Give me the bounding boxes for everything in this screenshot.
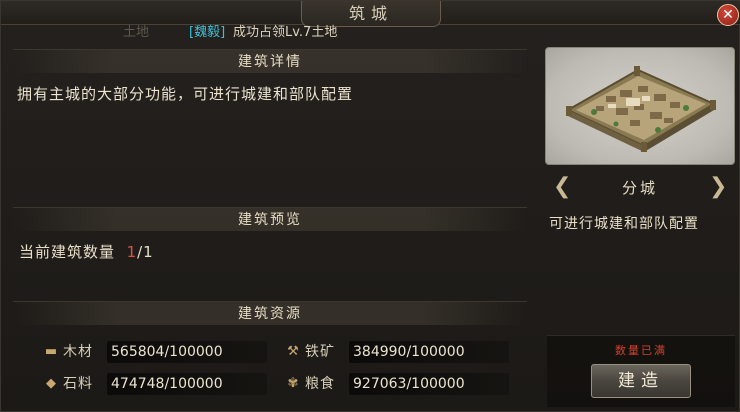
- notice-alliance-tag[interactable]: [魏毅]: [189, 23, 225, 43]
- resource-name: 铁矿: [305, 344, 335, 360]
- resource-wood: ▬ 木材 565804/100000: [41, 341, 271, 363]
- resource-name: 粮食: [305, 376, 335, 392]
- left-panel: 建筑详情 拥有主城的大部分功能，可进行城建和部队配置 建筑预览 当前建筑数量 1…: [7, 45, 533, 411]
- limit-notice: 数量已满: [615, 344, 667, 357]
- grain-icon: ✾: [287, 376, 299, 391]
- broadcast-notice: 土地 [魏毅] 成功占领Lv.7土地: [1, 23, 541, 43]
- building-count-max: /1: [137, 243, 154, 261]
- preview-header: 建筑预览: [13, 207, 527, 231]
- resource-iron: ⚒ 铁矿 384990/100000: [283, 341, 513, 363]
- notice-message: 成功占领Lv.7土地: [233, 25, 338, 40]
- building-count-label: 当前建筑数量: [19, 243, 116, 261]
- chevron-left-icon[interactable]: ❮: [553, 173, 571, 203]
- chevron-right-icon[interactable]: ❯: [709, 173, 727, 203]
- resources-header: 建筑资源: [13, 301, 527, 325]
- stone-icon: ◆: [46, 376, 56, 391]
- build-button[interactable]: 建造: [591, 364, 691, 398]
- building-count: 当前建筑数量 1/1: [19, 241, 154, 262]
- building-name: 分城: [621, 179, 658, 197]
- iron-icon: ⚒: [287, 344, 299, 359]
- resource-value: 565804/100000: [107, 341, 267, 363]
- notice-faded-text: 土地: [123, 25, 150, 40]
- resource-value: 384990/100000: [349, 341, 509, 363]
- right-panel: 分城 ❮ ❯ 可进行城建和部队配置 数量已满 建造: [541, 45, 737, 411]
- wood-icon: ▬: [44, 344, 58, 359]
- resource-stone: ◆ 石料 474748/100000: [41, 373, 271, 395]
- city-preview-image: [545, 47, 735, 165]
- build-city-window: 筑城 ✕ 土地 [魏毅] 成功占领Lv.7土地 建筑详情 拥有主城的大部分功能，…: [0, 0, 740, 412]
- resource-value: 927063/100000: [349, 373, 509, 395]
- resource-name: 石料: [63, 376, 93, 392]
- resource-name: 木材: [63, 344, 93, 360]
- building-description: 拥有主城的大部分功能，可进行城建和部队配置: [17, 85, 354, 103]
- building-summary: 可进行城建和部队配置: [549, 216, 699, 232]
- close-button[interactable]: ✕: [717, 4, 739, 26]
- building-count-current: 1: [126, 243, 138, 261]
- building-selector: 分城 ❮ ❯: [545, 173, 735, 203]
- resource-value: 474748/100000: [107, 373, 267, 395]
- resource-grain: ✾ 粮食 927063/100000: [283, 373, 513, 395]
- build-action-area: 数量已满 建造: [547, 335, 735, 407]
- details-header: 建筑详情: [13, 49, 527, 73]
